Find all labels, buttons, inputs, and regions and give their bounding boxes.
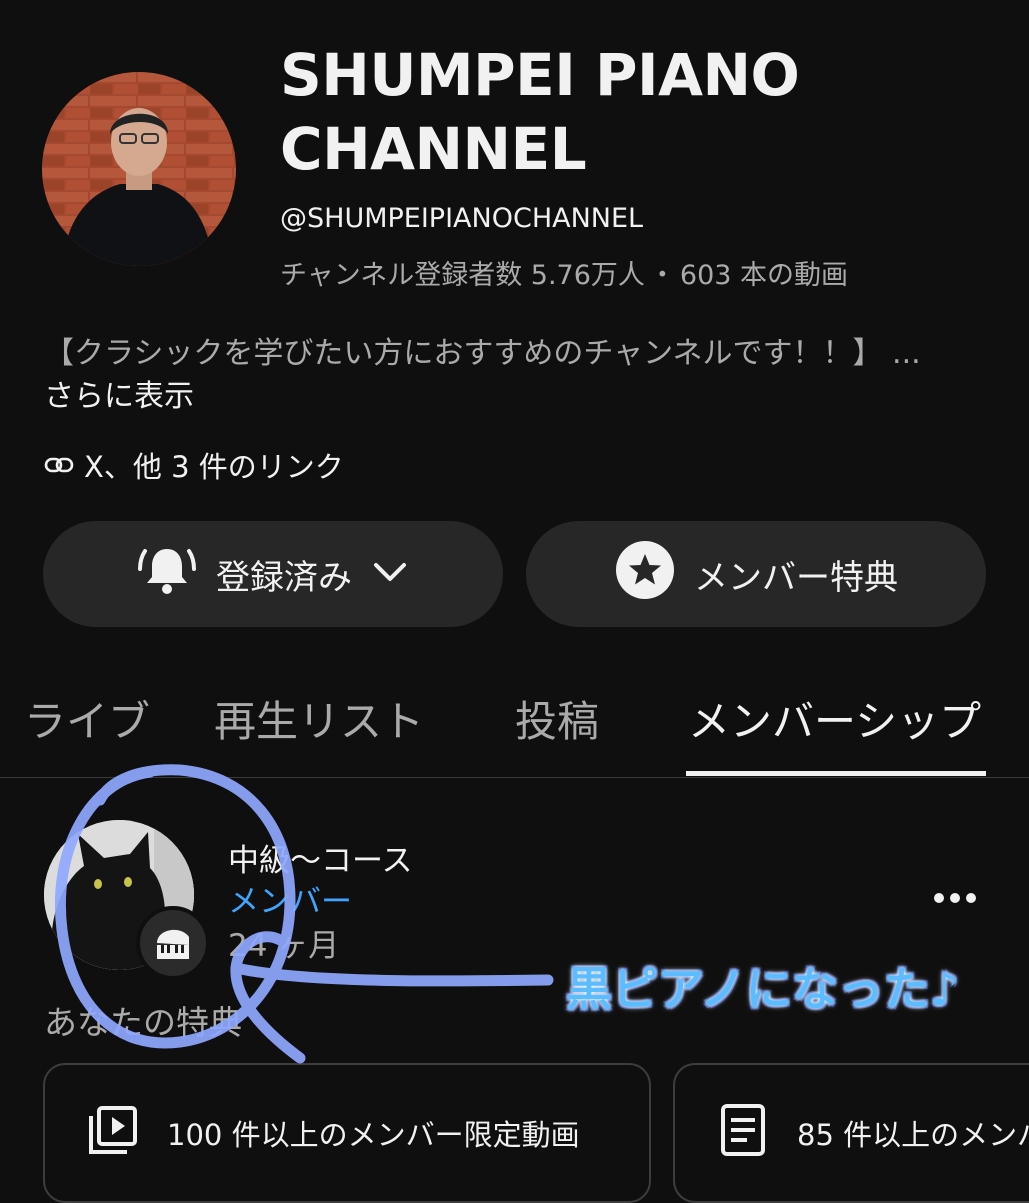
channel-links[interactable]: X、他 3 件のリンク <box>44 444 344 486</box>
document-icon <box>715 1102 771 1165</box>
perk-card-posts[interactable]: 85 件以上のメンバー限定投稿 <box>673 1063 1029 1203</box>
channel-description[interactable]: 【クラシックを学びたい方におすすめのチャンネルです！！】 ... <box>44 328 921 372</box>
chevron-down-icon <box>370 554 410 594</box>
tab-membership[interactable]: メンバーシップ <box>688 688 981 749</box>
channel-handle: @SHUMPEIPIANOCHANNEL <box>280 203 644 234</box>
perks-heading: あなたの特典 <box>44 1003 242 1042</box>
channel-stats: チャンネル登録者数 5.76万人・ 603 本の動画 <box>280 253 848 292</box>
perk-label: 100 件以上のメンバー限定動画 <box>167 1118 580 1152</box>
membership-tier: 中級〜コース <box>228 843 413 879</box>
member-perks-label: メンバー特典 <box>694 557 898 598</box>
annotation-caption: 黒ピアノになった♪ <box>566 962 960 1016</box>
links-label: X、他 3 件のリンク <box>84 450 344 484</box>
notification-bell-icon <box>136 539 198 610</box>
subscribed-button[interactable]: 登録済み <box>43 521 503 627</box>
tab-posts[interactable]: 投稿 <box>515 688 599 749</box>
membership-duration: 24 ヶ月 <box>228 928 340 964</box>
channel-title: SHUMPEI PIANO CHANNEL <box>280 41 800 183</box>
subscribed-label: 登録済み <box>216 557 352 598</box>
active-tab-indicator <box>686 771 986 776</box>
video-library-icon <box>85 1102 141 1165</box>
member-perks-button[interactable]: メンバー特典 <box>526 521 986 627</box>
link-icon <box>44 448 74 482</box>
stats-separator: ・ <box>648 260 676 291</box>
video-count: 603 本の動画 <box>679 260 849 291</box>
show-more-link[interactable]: さらに表示 <box>44 371 194 415</box>
tab-live[interactable]: ライブ <box>18 688 150 749</box>
perk-card-videos[interactable]: 100 件以上のメンバー限定動画 <box>43 1063 651 1203</box>
channel-avatar[interactable] <box>42 72 236 266</box>
subscriber-count: チャンネル登録者数 5.76万人 <box>280 260 645 291</box>
tabs-divider <box>0 777 1029 778</box>
grand-piano-badge-icon <box>136 906 210 980</box>
tab-playlists[interactable]: 再生リスト <box>214 688 424 749</box>
star-badge-icon <box>614 539 676 610</box>
more-options-icon[interactable] <box>930 880 980 916</box>
member-status: メンバー <box>228 884 352 920</box>
perk-label: 85 件以上のメンバー限定投稿 <box>797 1118 1029 1152</box>
